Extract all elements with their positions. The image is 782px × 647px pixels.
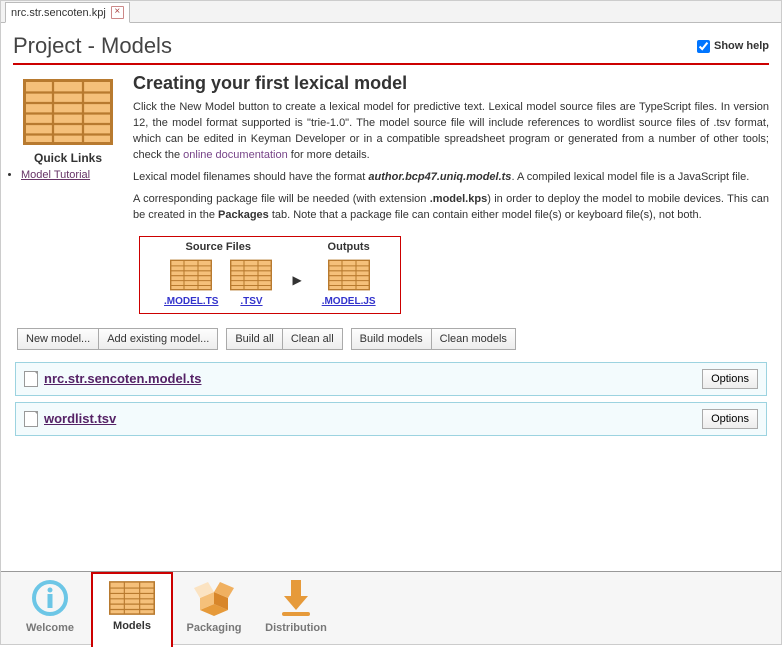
file-item: wordlist.tsv Options — [15, 402, 767, 436]
page-header: Project - Models Show help — [13, 33, 769, 65]
file-options-button[interactable]: Options — [702, 409, 758, 429]
file-tab-label: nrc.str.sencoten.kpj — [11, 7, 106, 19]
clean-all-button[interactable]: Clean all — [282, 328, 343, 350]
diagram-item-tsv: .TSV — [230, 259, 272, 307]
diagram-source-col: Source Files .MODEL.TS .TSV — [158, 241, 278, 307]
table-icon — [230, 259, 272, 291]
diagram-output-col: Outputs .MODEL.JS — [316, 241, 382, 307]
file-options-button[interactable]: Options — [702, 369, 758, 389]
help-paragraph-2: Lexical model filenames should have the … — [133, 170, 769, 186]
show-help-checkbox[interactable] — [697, 40, 710, 53]
models-toolbar: New model... Add existing model... Build… — [17, 328, 769, 350]
file-tab[interactable]: nrc.str.sencoten.kpj × — [5, 2, 130, 23]
add-existing-model-button[interactable]: Add existing model... — [98, 328, 218, 350]
file-item: nrc.str.sencoten.model.ts Options — [15, 362, 767, 396]
table-icon — [170, 259, 212, 291]
page-title: Project - Models — [13, 33, 172, 59]
file-tab-bar: nrc.str.sencoten.kpj × — [1, 1, 781, 23]
bottom-nav: Welcome Models Packaging Distribution — [1, 571, 781, 644]
quick-link-model-tutorial[interactable]: Model Tutorial — [21, 169, 90, 181]
help-heading: Creating your first lexical model — [133, 73, 769, 94]
help-paragraph-1: Click the New Model button to create a l… — [133, 100, 769, 164]
diagram-item-model-ts: .MODEL.TS — [164, 259, 218, 307]
diagram-item-model-js: .MODEL.JS — [322, 259, 376, 307]
model-filename-format: author.bcp47.uniq.model.ts — [368, 171, 511, 183]
source-output-diagram: Source Files .MODEL.TS .TSV ▶ Ou — [139, 236, 401, 314]
diagram-source-title: Source Files — [158, 241, 278, 259]
help-paragraph-3: A corresponding package file will be nee… — [133, 192, 769, 224]
document-icon — [24, 371, 38, 387]
package-extension: .model.kps — [430, 193, 487, 205]
quick-links-heading: Quick Links — [13, 151, 123, 165]
nav-packaging[interactable]: Packaging — [173, 572, 255, 644]
file-link[interactable]: nrc.str.sencoten.model.ts — [44, 371, 202, 386]
nav-models[interactable]: Models — [91, 572, 173, 647]
sidebar: Quick Links Model Tutorial — [13, 73, 133, 326]
nav-distribution[interactable]: Distribution — [255, 572, 337, 644]
show-help-label: Show help — [714, 40, 769, 52]
show-help-toggle[interactable]: Show help — [693, 37, 769, 56]
help-content: Creating your first lexical model Click … — [133, 73, 769, 326]
diagram-output-title: Outputs — [316, 241, 382, 259]
clean-models-button[interactable]: Clean models — [431, 328, 516, 350]
package-icon — [194, 578, 234, 618]
info-icon — [30, 578, 70, 618]
build-models-button[interactable]: Build models — [351, 328, 432, 350]
quick-links-list: Model Tutorial — [21, 169, 123, 181]
file-link[interactable]: wordlist.tsv — [44, 411, 116, 426]
document-icon — [24, 411, 38, 427]
online-documentation-link[interactable]: online documentation — [183, 149, 288, 161]
packages-tab-ref: Packages — [218, 209, 269, 221]
nav-welcome[interactable]: Welcome — [9, 572, 91, 644]
table-icon — [109, 580, 155, 616]
table-icon — [328, 259, 370, 291]
new-model-button[interactable]: New model... — [17, 328, 99, 350]
build-all-button[interactable]: Build all — [226, 328, 283, 350]
download-icon — [276, 578, 316, 618]
models-large-icon — [23, 79, 113, 145]
diagram-arrow-icon: ▶ — [292, 273, 301, 287]
close-tab-icon[interactable]: × — [111, 6, 124, 19]
